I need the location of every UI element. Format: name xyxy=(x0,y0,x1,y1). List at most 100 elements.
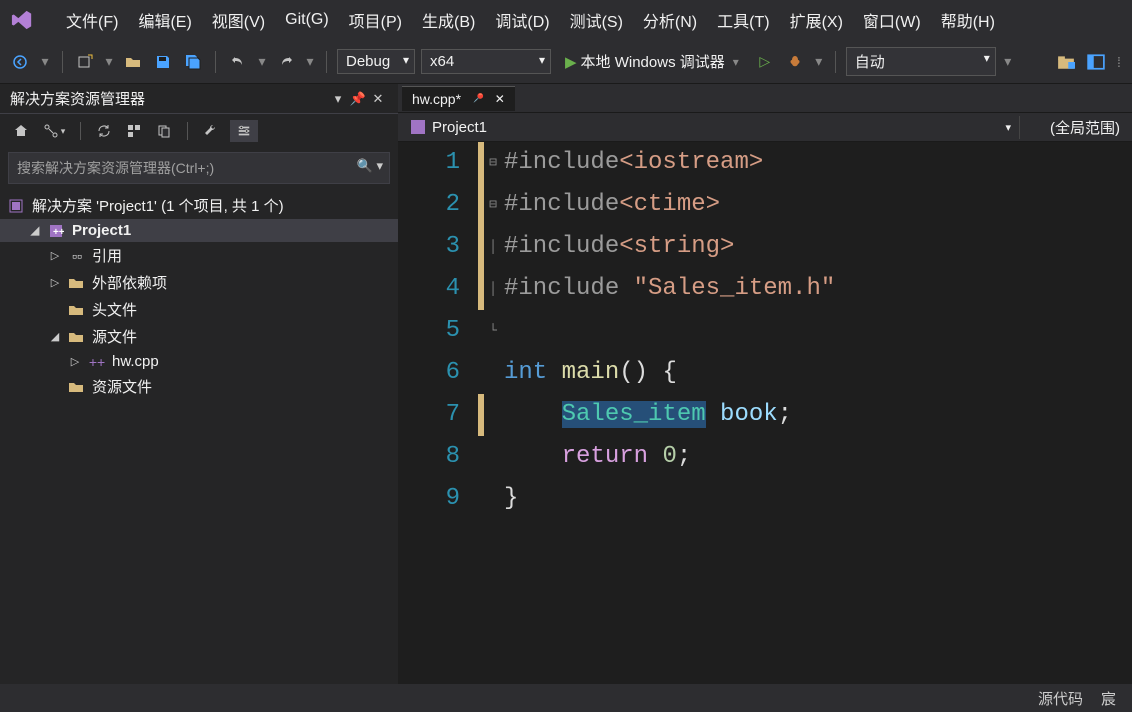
menu-tools[interactable]: 工具(T) xyxy=(707,4,779,36)
dropdown-icon[interactable]: ▾ xyxy=(1002,50,1014,74)
panel-title: 解决方案资源管理器 xyxy=(10,88,145,109)
collapse-icon[interactable]: ◢ xyxy=(28,224,42,237)
solution-explorer: 解决方案资源管理器 ▾ 📌 ✕ ▾ 搜索解决方案资源管理器(Ctrl+;) 🔍 … xyxy=(0,84,398,684)
project-label: Project1 xyxy=(72,222,131,239)
tab-bar: hw.cpp* 📍 ✕ xyxy=(398,84,1132,112)
hot-reload-button[interactable] xyxy=(783,50,807,74)
vs-logo-icon xyxy=(8,6,36,34)
cpp-file-icon: ++ xyxy=(88,354,106,370)
solution-tree[interactable]: 解决方案 'Project1' (1 个项目, 共 1 个) ◢ ++ Proj… xyxy=(0,188,398,684)
redo-button[interactable] xyxy=(274,50,298,74)
folder-icon xyxy=(68,275,86,291)
code-editor[interactable]: 123 456 789 ⊟ ⊟ ││└ #include<iostream> #… xyxy=(398,142,1132,684)
menu-project[interactable]: 项目(P) xyxy=(339,4,412,36)
menu-git[interactable]: Git(G) xyxy=(275,7,339,33)
search-placeholder: 搜索解决方案资源管理器(Ctrl+;) xyxy=(17,160,214,176)
file-node[interactable]: ▷ ++ hw.cpp xyxy=(0,350,398,373)
overflow-icon[interactable]: ⁞ xyxy=(1114,50,1124,74)
headers-node[interactable]: 头文件 xyxy=(0,296,398,323)
folder-icon xyxy=(68,329,86,345)
menu-analyze[interactable]: 分析(N) xyxy=(633,4,707,36)
home-icon[interactable] xyxy=(10,120,32,142)
switch-views-icon[interactable]: ▾ xyxy=(40,120,68,142)
expand-icon[interactable]: ▷ xyxy=(48,249,62,262)
context-bar: Project1 (全局范围) xyxy=(398,112,1132,142)
search-input[interactable]: 搜索解决方案资源管理器(Ctrl+;) 🔍 ▾ xyxy=(8,152,390,184)
status-name[interactable]: 宸 xyxy=(1101,688,1116,709)
menu-extensions[interactable]: 扩展(X) xyxy=(780,4,853,36)
config-select[interactable]: Debug xyxy=(337,49,415,74)
status-source[interactable]: 源代码 xyxy=(1038,688,1083,709)
tab-file[interactable]: hw.cpp* 📍 ✕ xyxy=(402,86,515,111)
menu-edit[interactable]: 编辑(E) xyxy=(128,4,201,36)
undo-button[interactable] xyxy=(226,50,250,74)
folder-icon xyxy=(68,302,86,318)
menu-debug[interactable]: 调试(D) xyxy=(485,4,559,36)
sources-node[interactable]: ◢ 源文件 xyxy=(0,323,398,350)
resources-node[interactable]: 资源文件 xyxy=(0,373,398,400)
dropdown-icon[interactable]: ▾ xyxy=(256,50,268,74)
separator xyxy=(62,51,63,73)
project-node[interactable]: ◢ ++ Project1 xyxy=(0,219,398,242)
expand-icon[interactable]: ▷ xyxy=(48,276,62,289)
menu-file[interactable]: 文件(F) xyxy=(56,4,128,36)
panel-dropdown-icon[interactable]: ▾ xyxy=(328,91,348,107)
play-no-debug-button[interactable]: ▷ xyxy=(753,50,777,74)
open-button[interactable] xyxy=(121,50,145,74)
resources-label: 资源文件 xyxy=(92,376,152,397)
forward-button[interactable]: ▾ xyxy=(38,50,52,74)
separator xyxy=(187,122,188,140)
settings-icon[interactable] xyxy=(230,120,258,142)
copy-icon[interactable] xyxy=(153,120,175,142)
play-icon: ▶ xyxy=(565,53,577,71)
sync-icon[interactable] xyxy=(93,120,115,142)
line-gutter: 123 456 789 xyxy=(398,142,478,684)
new-button[interactable] xyxy=(73,50,97,74)
pin-icon[interactable]: 📍 xyxy=(468,89,487,108)
properties-icon[interactable] xyxy=(200,120,222,142)
menu-help[interactable]: 帮助(H) xyxy=(931,4,1005,36)
save-all-button[interactable] xyxy=(181,50,205,74)
dropdown-icon[interactable]: ▾ xyxy=(813,50,825,74)
pin-icon[interactable]: 📌 xyxy=(348,91,368,107)
menu-bar: 文件(F) 编辑(E) 视图(V) Git(G) 项目(P) 生成(B) 调试(… xyxy=(0,0,1132,40)
separator xyxy=(215,51,216,73)
menu-view[interactable]: 视图(V) xyxy=(202,4,275,36)
solution-node[interactable]: 解决方案 'Project1' (1 个项目, 共 1 个) xyxy=(0,192,398,219)
context-project[interactable]: Project1 xyxy=(398,116,1020,139)
separator xyxy=(326,51,327,73)
menu-build[interactable]: 生成(B) xyxy=(412,4,485,36)
context-scope[interactable]: (全局范围) xyxy=(1020,114,1132,141)
back-button[interactable] xyxy=(8,50,32,74)
expand-icon[interactable]: ▷ xyxy=(68,355,82,368)
view-icon[interactable] xyxy=(1084,50,1108,74)
explorer-icon[interactable] xyxy=(1054,50,1078,74)
separator xyxy=(835,51,836,73)
status-bar: 源代码 宸 xyxy=(0,684,1132,712)
editor-area: hw.cpp* 📍 ✕ Project1 (全局范围) 123 456 789 xyxy=(398,84,1132,684)
collapse-icon[interactable]: ◢ xyxy=(48,330,62,343)
solution-label: 解决方案 'Project1' (1 个项目, 共 1 个) xyxy=(32,195,284,216)
external-node[interactable]: ▷ 外部依赖项 xyxy=(0,269,398,296)
toolbar: ▾ ▾ ▾ ▾ Debug x64 ▶ 本地 Windows 调试器 ▾ ▷ ▾… xyxy=(0,40,1132,84)
panel-header: 解决方案资源管理器 ▾ 📌 ✕ xyxy=(0,84,398,114)
show-all-icon[interactable] xyxy=(123,120,145,142)
dropdown-icon[interactable]: ▾ xyxy=(103,50,115,74)
run-button[interactable]: ▶ 本地 Windows 调试器 ▾ xyxy=(557,48,747,75)
code-content[interactable]: #include<iostream> #include<ctime> #incl… xyxy=(502,142,1132,684)
references-node[interactable]: ▷ ▫▫ 引用 xyxy=(0,242,398,269)
dropdown-icon[interactable]: ▾ xyxy=(304,50,316,74)
external-label: 外部依赖项 xyxy=(92,272,167,293)
references-icon: ▫▫ xyxy=(68,248,86,264)
save-button[interactable] xyxy=(151,50,175,74)
auto-select[interactable]: 自动 xyxy=(846,47,996,76)
svg-text:++: ++ xyxy=(53,227,64,238)
context-project-label: Project1 xyxy=(432,119,487,136)
menu-test[interactable]: 测试(S) xyxy=(560,4,633,36)
fold-column[interactable]: ⊟ ⊟ ││└ xyxy=(484,142,502,684)
platform-select[interactable]: x64 xyxy=(421,49,551,74)
close-icon[interactable]: ✕ xyxy=(368,91,388,107)
tab-label: hw.cpp* xyxy=(412,91,461,107)
close-icon[interactable]: ✕ xyxy=(495,92,505,106)
menu-window[interactable]: 窗口(W) xyxy=(853,4,931,36)
